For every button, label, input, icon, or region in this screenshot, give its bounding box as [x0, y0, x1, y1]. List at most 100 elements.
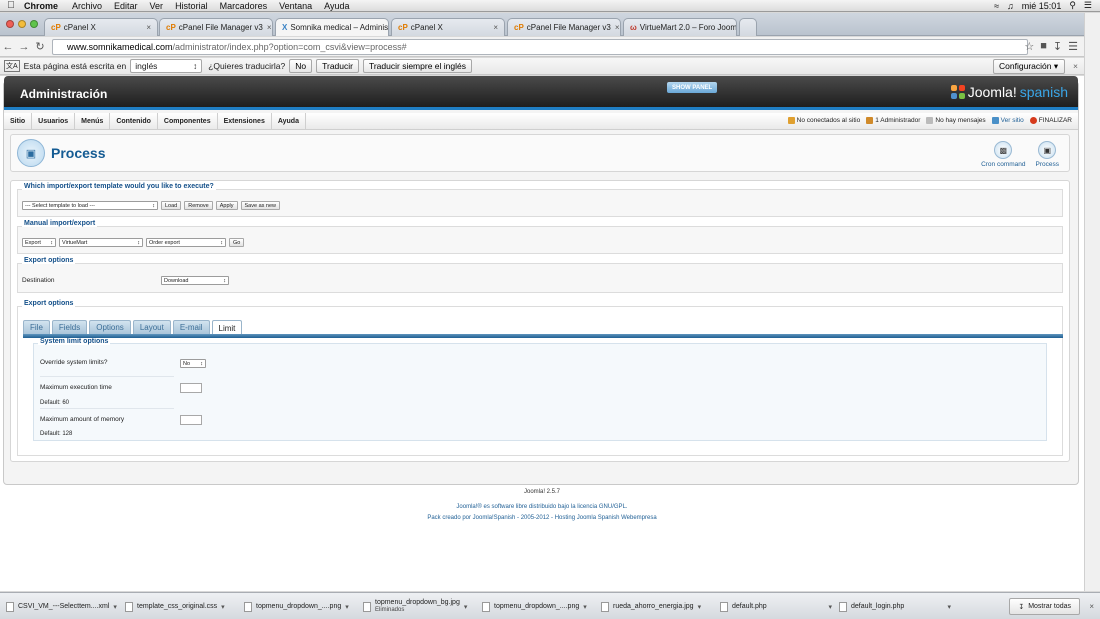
template-select[interactable]: --- Select template to load --- ↕	[22, 201, 158, 210]
dropdown-icon[interactable]: ▾	[583, 603, 587, 611]
reload-icon[interactable]: ↻	[32, 40, 48, 53]
menu-usuarios[interactable]: Usuarios	[32, 112, 76, 130]
tab-limit[interactable]: Limit	[211, 320, 243, 335]
close-shelf-icon[interactable]: ×	[1089, 602, 1094, 611]
override-select[interactable]: No ↕	[180, 359, 206, 368]
tab-close-icon[interactable]: ×	[142, 23, 151, 32]
menu-sitio[interactable]: Sitio	[4, 112, 33, 130]
joomla-favicon: X	[282, 23, 288, 32]
menu-ayuda[interactable]: Ayuda	[324, 1, 349, 11]
download-item[interactable]: topmenu_dropdown_bg.jpg Eliminados ▾	[363, 598, 475, 615]
dropdown-icon[interactable]: ▾	[828, 603, 832, 611]
download-icon[interactable]: ↧	[1053, 40, 1062, 53]
action-select[interactable]: Export ↕	[22, 238, 56, 247]
browser-tab-3[interactable]: X Somnika medical – Administ ×	[275, 18, 389, 36]
menu-extensiones[interactable]: Extensiones	[218, 112, 272, 130]
show-all-downloads-button[interactable]: ↧ Mostrar todas	[1009, 598, 1080, 615]
tab-close-icon[interactable]: ×	[611, 23, 620, 32]
status-messages[interactable]: No hay mensajes	[926, 117, 986, 125]
virtuemart-favicon: ω	[630, 23, 637, 32]
dropdown-icon[interactable]: ▾	[464, 603, 468, 611]
bookmark-star-icon[interactable]: ☆	[1024, 40, 1034, 53]
menu-editar[interactable]: Editar	[114, 1, 138, 11]
always-translate-button[interactable]: Traducir siempre el inglés	[362, 59, 472, 73]
minimize-window-icon[interactable]	[18, 20, 26, 28]
config-button[interactable]: Configuración ▾	[993, 58, 1066, 74]
operation-select[interactable]: Order export ↕	[146, 238, 226, 247]
wifi-icon[interactable]: ≈	[994, 1, 999, 11]
new-tab-button[interactable]	[739, 18, 757, 36]
dropdown-icon[interactable]: ▾	[113, 603, 117, 611]
app-name[interactable]: Chrome	[24, 1, 58, 11]
menu-archivo[interactable]: Archivo	[72, 1, 102, 11]
menu-menus[interactable]: Menús	[75, 112, 111, 130]
dropdown-icon[interactable]: ▾	[698, 603, 702, 611]
translate-button[interactable]: Traducir	[316, 59, 359, 73]
download-item[interactable]: topmenu_dropdown_....png ▾	[482, 598, 594, 615]
menu-icon[interactable]: ☰	[1068, 40, 1078, 53]
clock[interactable]: mié 15:01	[1022, 1, 1062, 11]
browser-tab-1[interactable]: cP cPanel X ×	[44, 18, 158, 36]
load-button[interactable]: Load	[161, 201, 182, 210]
view-site-link[interactable]: Ver sitio	[991, 117, 1024, 125]
tab-file[interactable]: File	[23, 320, 50, 334]
browser-tab-6[interactable]: ω VirtueMart 2.0 – Foro Joomla ×	[623, 18, 737, 36]
admin-menu: Sitio Usuarios Menús Contenido Component…	[4, 112, 1078, 130]
forward-icon[interactable]: →	[16, 41, 32, 53]
apple-icon[interactable]: 	[0, 0, 22, 11]
close-window-icon[interactable]	[6, 20, 14, 28]
destination-select[interactable]: Download ↕	[161, 276, 229, 285]
tab-fields[interactable]: Fields	[51, 320, 88, 334]
menu-componentes[interactable]: Componentes	[158, 112, 218, 130]
menu-marcadores[interactable]: Marcadores	[220, 1, 268, 11]
show-panel-button[interactable]: SHOW PANEL	[667, 82, 718, 93]
browser-tab-5[interactable]: cP cPanel File Manager v3 ×	[507, 18, 621, 36]
cron-command-button[interactable]: ▩ Cron command	[981, 141, 1026, 168]
download-item[interactable]: rueda_ahorro_energia.jpg ▾	[601, 598, 713, 615]
tab-email[interactable]: E-mail	[172, 320, 210, 334]
apply-button[interactable]: Apply	[215, 201, 238, 210]
remove-button[interactable]: Remove	[184, 201, 213, 210]
tab-options[interactable]: Options	[89, 320, 131, 334]
browser-tab-4[interactable]: cP cPanel X ×	[391, 18, 505, 36]
no-translate-button[interactable]: No	[289, 59, 313, 73]
menu-ventana[interactable]: Ventana	[279, 1, 312, 11]
tab-close-icon[interactable]: ×	[263, 23, 272, 32]
component-select[interactable]: VirtueMart ↕	[59, 238, 143, 247]
download-item[interactable]: CSVI_VM_---Selecttem....xml ▾	[6, 598, 118, 615]
zoom-window-icon[interactable]	[30, 20, 38, 28]
footer-credits[interactable]: Pack creado por Joomla!Spanish - 2005-20…	[0, 515, 1084, 521]
tab-layout[interactable]: Layout	[132, 320, 171, 334]
exec-time-input[interactable]	[180, 383, 202, 393]
dropdown-icon[interactable]: ▾	[345, 603, 349, 611]
tab-close-icon[interactable]: ×	[489, 23, 498, 32]
status-visitors[interactable]: No conectados al sitio	[787, 117, 860, 125]
close-translate-icon[interactable]: ×	[1073, 61, 1078, 71]
memory-input[interactable]	[180, 415, 202, 425]
menu-ayuda-admin[interactable]: Ayuda	[272, 112, 306, 130]
go-button[interactable]: Go	[229, 238, 245, 247]
language-select[interactable]: inglés ↕	[130, 59, 203, 73]
window-scrollbar[interactable]	[1084, 13, 1100, 591]
save-as-new-button[interactable]: Save as new	[240, 201, 280, 210]
process-button[interactable]: ▣ Process	[1036, 141, 1059, 168]
spotlight-icon[interactable]: ⚲	[1069, 0, 1076, 11]
download-item[interactable]: template_css_original.css ▾	[125, 598, 237, 615]
url-input[interactable]: www.somnikamedical.com/administrator/ind…	[52, 39, 1028, 55]
download-item[interactable]: topmenu_dropdown_....png ▾	[244, 598, 356, 615]
extension-icon[interactable]: ■	[1040, 40, 1047, 53]
dropdown-icon[interactable]: ▾	[947, 603, 951, 611]
footer-license[interactable]: Joomla!® es software libre distribuido b…	[0, 504, 1084, 510]
volume-icon[interactable]: ♫	[1007, 1, 1014, 11]
download-item[interactable]: default_login.php ▾	[839, 598, 951, 615]
menu-contenido[interactable]: Contenido	[110, 112, 158, 130]
menu-ver[interactable]: Ver	[150, 1, 164, 11]
list-icon[interactable]: ☰	[1084, 0, 1092, 11]
logout-link[interactable]: FINALIZAR	[1029, 117, 1072, 125]
dropdown-icon[interactable]: ▾	[221, 603, 225, 611]
menu-historial[interactable]: Historial	[175, 1, 208, 11]
download-item[interactable]: default.php ▾	[720, 598, 832, 615]
back-icon[interactable]: ←	[0, 41, 16, 53]
status-admins[interactable]: 1 Administrador	[866, 117, 920, 125]
browser-tab-2[interactable]: cP cPanel File Manager v3 ×	[159, 18, 273, 36]
